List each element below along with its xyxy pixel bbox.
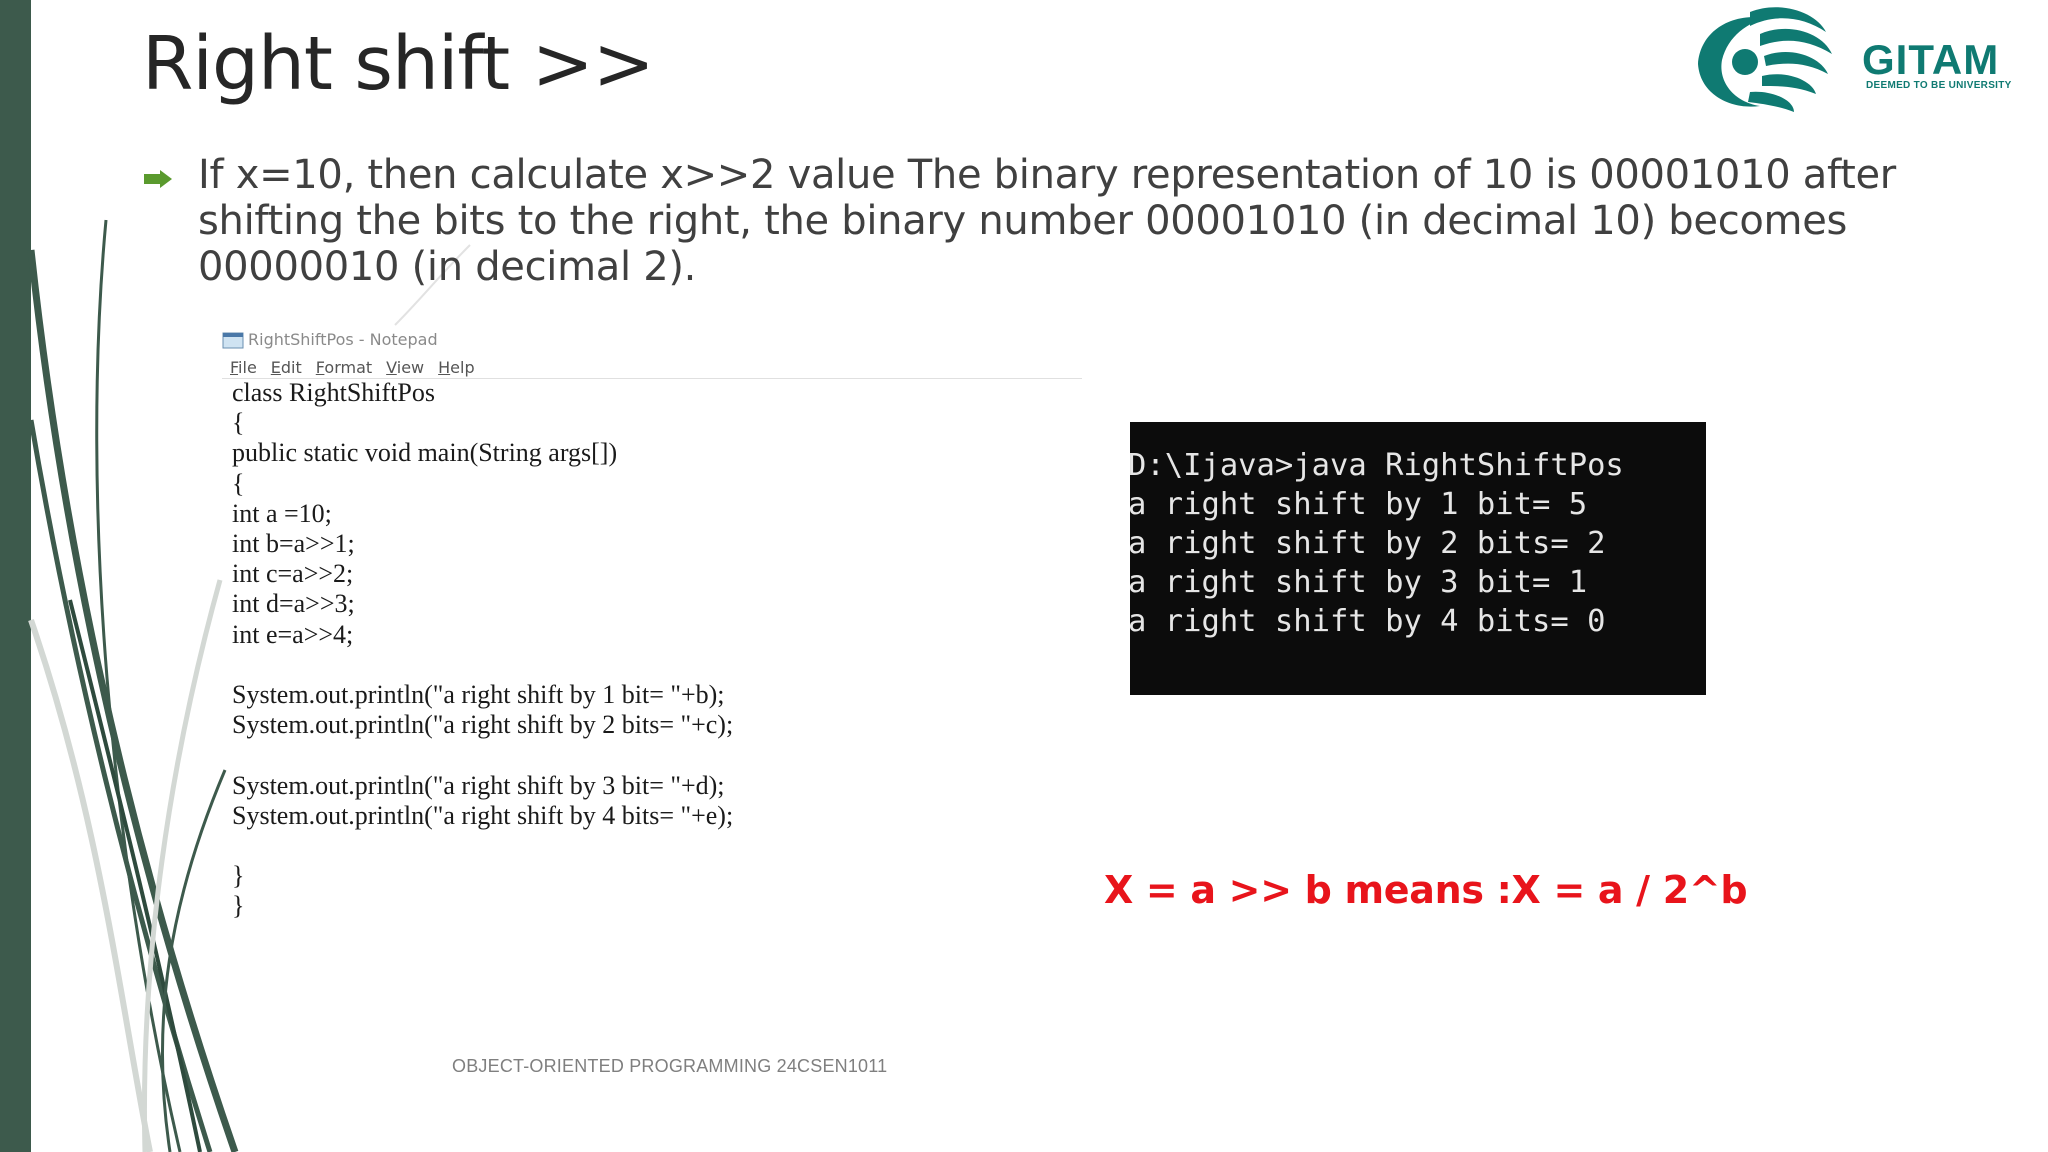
left-sidebar-bar [0, 0, 31, 1152]
menu-format: Format [315, 358, 373, 377]
gitam-swirl-logo-icon [1698, 7, 1832, 112]
bullet-text: If x=10, then calculate x>>2 value The b… [198, 152, 1896, 290]
menu-view: View [386, 358, 425, 377]
logo-tagline: DEEMED TO BE UNIVERSITY [1866, 80, 2012, 91]
menu-edit: Edit [270, 358, 302, 377]
shift-formula: X = a >> b means :X = a / 2^b [1104, 868, 1748, 912]
menu-help: Help [438, 358, 475, 377]
slide-title: Right shift >> [142, 21, 655, 107]
logo-name: GITAM [1862, 36, 2000, 83]
notepad-menu-bar: File Edit Format View Help [230, 358, 475, 377]
notepad-icon [222, 332, 244, 348]
console-output-screenshot: D:\Ijava>java RightShiftPos a right shif… [1130, 422, 1706, 695]
arrow-right-icon [144, 170, 172, 188]
java-source-code: class RightShiftPos { public static void… [232, 378, 734, 921]
menu-file: File [230, 358, 257, 377]
notepad-title-bar: RightShiftPos - Notepad [222, 330, 438, 349]
notepad-window-title: RightShiftPos - Notepad [248, 330, 438, 349]
notepad-screenshot: RightShiftPos - Notepad File Edit Format… [222, 326, 1082, 946]
gitam-logo: GITAM DEEMED TO BE UNIVERSITY [1690, 2, 2040, 120]
slide-footer: OBJECT-ORIENTED PROGRAMMING 24CSEN1011 [452, 1056, 888, 1076]
console-output-text: D:\Ijava>java RightShiftPos a right shif… [1130, 448, 1624, 639]
